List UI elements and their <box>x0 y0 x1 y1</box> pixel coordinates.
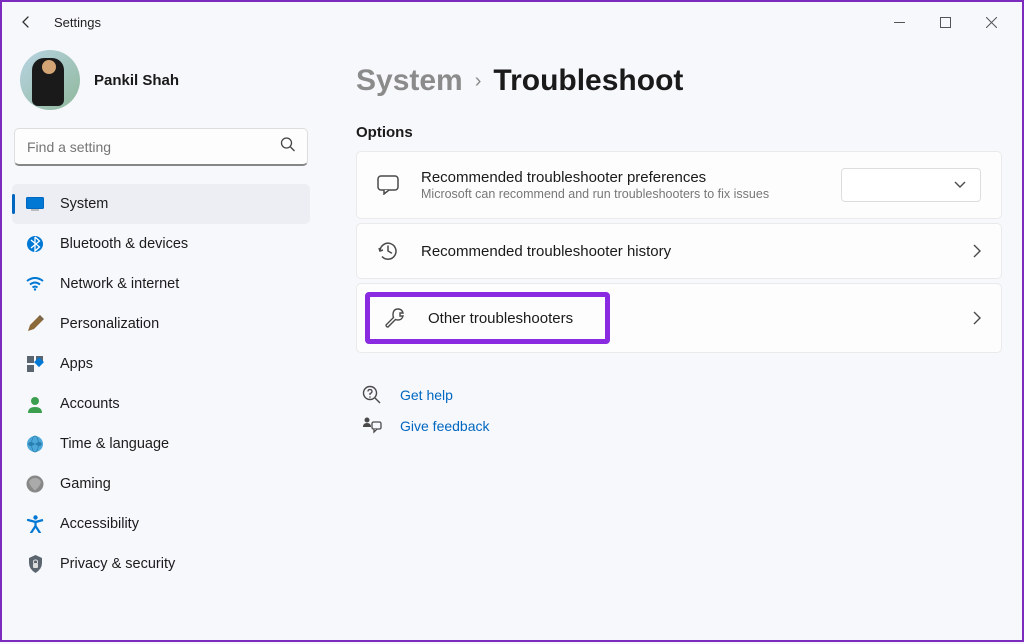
get-help-row: Get help <box>356 379 1002 411</box>
sidebar-item-label: Personalization <box>60 316 159 332</box>
wrench-icon <box>384 307 406 329</box>
accounts-icon <box>26 395 44 413</box>
minimize-button[interactable] <box>876 6 922 38</box>
content: System › Troubleshoot Options Recommende… <box>320 42 1022 644</box>
highlight-box: Other troubleshooters <box>365 292 610 344</box>
arrow-left-icon <box>18 14 34 30</box>
sidebar-item-label: System <box>60 196 108 212</box>
sidebar-item-gaming[interactable]: Gaming <box>12 464 310 504</box>
back-button[interactable] <box>10 6 42 38</box>
maximize-button[interactable] <box>922 6 968 38</box>
system-icon <box>26 195 44 213</box>
history-icon <box>377 240 399 262</box>
feedback-icon <box>362 417 382 435</box>
sidebar-item-network[interactable]: Network & internet <box>12 264 310 304</box>
sidebar-item-label: Gaming <box>60 476 111 492</box>
card-troubleshooter-preferences[interactable]: Recommended troubleshooter preferences M… <box>356 151 1002 219</box>
time-language-icon <box>26 435 44 453</box>
footer-links: Get help Give feedback <box>356 379 1002 441</box>
card-title: Recommended troubleshooter history <box>421 243 951 260</box>
give-feedback-link[interactable]: Give feedback <box>400 418 490 434</box>
card-title: Recommended troubleshooter preferences <box>421 169 819 186</box>
sidebar-item-label: Accounts <box>60 396 120 412</box>
sidebar-item-label: Time & language <box>60 436 169 452</box>
breadcrumb: System › Troubleshoot <box>356 64 1002 98</box>
chevron-down-icon <box>954 181 966 189</box>
chevron-right-icon <box>973 311 981 325</box>
sidebar-item-label: Network & internet <box>60 276 179 292</box>
chevron-right-icon <box>973 244 981 258</box>
accessibility-icon <box>26 515 44 533</box>
privacy-icon <box>26 555 44 573</box>
sidebar-item-label: Privacy & security <box>60 556 175 572</box>
window-title: Settings <box>54 15 101 30</box>
sidebar-item-bluetooth[interactable]: Bluetooth & devices <box>12 224 310 264</box>
sidebar-item-apps[interactable]: Apps <box>12 344 310 384</box>
give-feedback-row: Give feedback <box>356 411 1002 441</box>
sidebar: Pankil Shah System Bluetooth & devices N… <box>2 42 320 644</box>
search-wrap <box>14 128 308 166</box>
card-troubleshooter-history[interactable]: Recommended troubleshooter history <box>356 223 1002 279</box>
chat-icon <box>377 175 399 195</box>
sidebar-item-label: Accessibility <box>60 516 139 532</box>
breadcrumb-current: Troubleshoot <box>493 64 683 98</box>
bluetooth-icon <box>26 235 44 253</box>
profile[interactable]: Pankil Shah <box>12 46 310 128</box>
apps-icon <box>26 355 44 373</box>
personalization-icon <box>26 315 44 333</box>
get-help-link[interactable]: Get help <box>400 387 453 403</box>
close-icon <box>986 17 997 28</box>
sidebar-item-personalization[interactable]: Personalization <box>12 304 310 344</box>
sidebar-item-label: Apps <box>60 356 93 372</box>
sidebar-item-accessibility[interactable]: Accessibility <box>12 504 310 544</box>
help-icon <box>362 385 382 405</box>
nav-list: System Bluetooth & devices Network & int… <box>12 184 310 584</box>
card-title: Other troubleshooters <box>428 310 573 327</box>
card-other-troubleshooters[interactable]: Other troubleshooters <box>356 283 1002 353</box>
gaming-icon <box>26 475 44 493</box>
minimize-icon <box>894 17 905 28</box>
wifi-icon <box>26 275 44 293</box>
preferences-dropdown[interactable] <box>841 168 981 202</box>
sidebar-item-accounts[interactable]: Accounts <box>12 384 310 424</box>
chevron-right-icon: › <box>475 70 482 93</box>
search-icon <box>280 137 296 158</box>
search-input[interactable] <box>14 128 308 166</box>
card-subtitle: Microsoft can recommend and run troubles… <box>421 187 819 201</box>
sidebar-item-privacy[interactable]: Privacy & security <box>12 544 310 584</box>
sidebar-item-label: Bluetooth & devices <box>60 236 188 252</box>
sidebar-item-time-language[interactable]: Time & language <box>12 424 310 464</box>
avatar <box>20 50 80 110</box>
titlebar: Settings <box>2 2 1022 42</box>
section-header: Options <box>356 124 1002 141</box>
breadcrumb-parent[interactable]: System <box>356 64 463 98</box>
maximize-icon <box>940 17 951 28</box>
close-button[interactable] <box>968 6 1014 38</box>
sidebar-item-system[interactable]: System <box>12 184 310 224</box>
window-controls <box>876 6 1014 38</box>
username: Pankil Shah <box>94 72 179 89</box>
